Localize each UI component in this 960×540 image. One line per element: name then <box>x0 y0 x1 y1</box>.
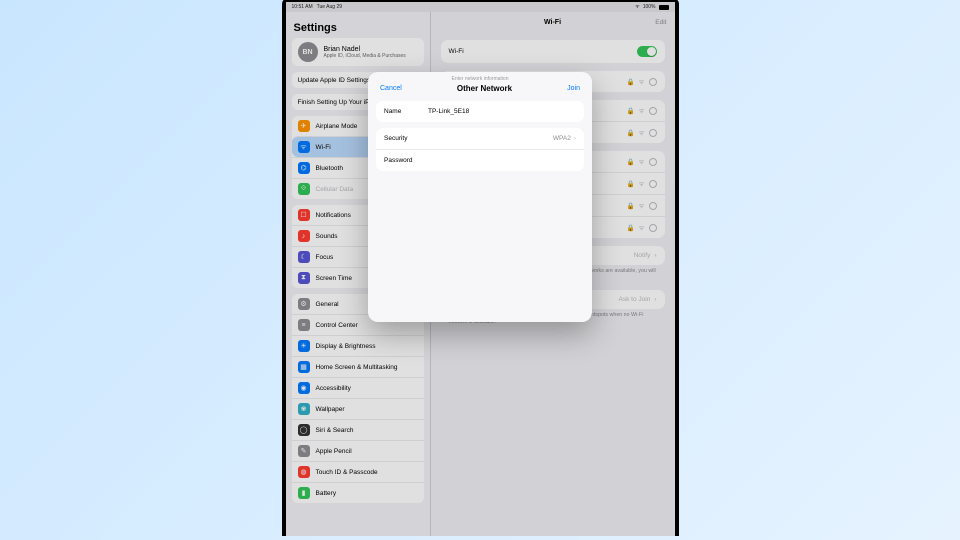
security-value: WPA2 <box>553 135 571 142</box>
security-row[interactable]: Security WPA2› <box>376 128 584 149</box>
name-label: Name <box>384 108 428 115</box>
password-row[interactable]: Password <box>376 149 584 171</box>
password-label: Password <box>384 157 413 164</box>
cancel-button[interactable]: Cancel <box>380 85 402 92</box>
modal-subtitle: Enter network information <box>368 72 592 82</box>
modal-title: Other Network <box>457 84 512 93</box>
chevron-right-icon: › <box>574 135 576 142</box>
join-button[interactable]: Join <box>567 85 580 92</box>
security-label: Security <box>384 135 428 142</box>
name-input[interactable]: TP-Link_5E18 <box>428 108 576 115</box>
network-name-row[interactable]: Name TP-Link_5E18 <box>376 101 584 122</box>
other-network-modal: Enter network information Cancel Other N… <box>368 72 592 322</box>
